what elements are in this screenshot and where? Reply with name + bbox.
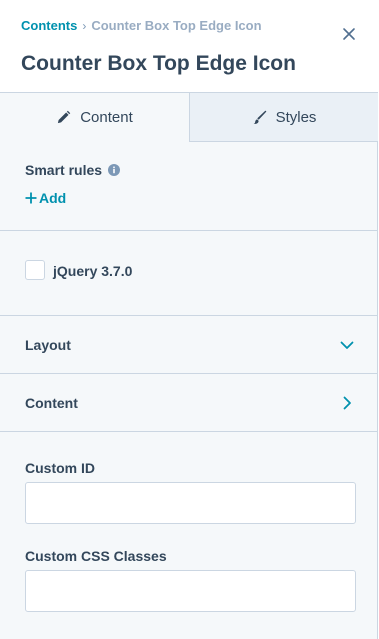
chevron-down-icon	[340, 341, 354, 349]
chevron-right-icon	[343, 396, 351, 410]
smart-rules-label: Smart rules	[25, 162, 103, 178]
custom-id-input[interactable]	[25, 482, 356, 524]
jquery-checkbox-label[interactable]: jQuery 3.7.0	[53, 263, 132, 279]
content-accordion-label: Content	[25, 395, 78, 411]
smart-rules-section: Smart rules Add	[0, 142, 378, 231]
jquery-section: jQuery 3.7.0	[0, 231, 378, 316]
custom-css-classes-input[interactable]	[25, 570, 356, 612]
editor-tabs: Content Styles	[0, 93, 378, 142]
close-icon	[343, 28, 355, 40]
pencil-icon	[58, 110, 71, 124]
tab-content-label: Content	[80, 109, 133, 126]
tab-styles[interactable]: Styles	[190, 93, 378, 142]
close-button[interactable]	[339, 24, 359, 44]
module-editor-panel: Contents › Counter Box Top Edge Icon Count…	[0, 0, 378, 639]
tab-styles-label: Styles	[275, 108, 317, 126]
layout-accordion[interactable]: Layout	[0, 316, 378, 374]
breadcrumb-current: Counter Box Top Edge Icon	[91, 18, 262, 33]
jquery-checkbox[interactable]	[25, 260, 45, 280]
add-label: Add	[39, 190, 67, 206]
panel-header: Contents › Counter Box Top Edge Icon Count…	[0, 0, 378, 93]
tab-content[interactable]: Content	[0, 93, 190, 142]
breadcrumb: Contents › Counter Box Top Edge Icon	[21, 18, 262, 33]
info-icon[interactable]	[108, 164, 121, 176]
add-smart-rule-button[interactable]: Add	[25, 190, 66, 206]
brush-icon	[252, 110, 266, 124]
breadcrumb-separator: ›	[82, 19, 87, 33]
custom-id-label: Custom ID	[25, 460, 95, 476]
breadcrumb-contents-link[interactable]: Contents	[21, 18, 77, 33]
content-accordion[interactable]: Content	[0, 374, 378, 432]
smart-rules-heading: Smart rules	[25, 162, 121, 178]
plus-icon	[25, 192, 37, 204]
layout-accordion-label: Layout	[25, 337, 71, 353]
page-title: Counter Box Top Edge Icon	[21, 52, 296, 75]
custom-css-classes-label: Custom CSS Classes	[25, 548, 167, 564]
